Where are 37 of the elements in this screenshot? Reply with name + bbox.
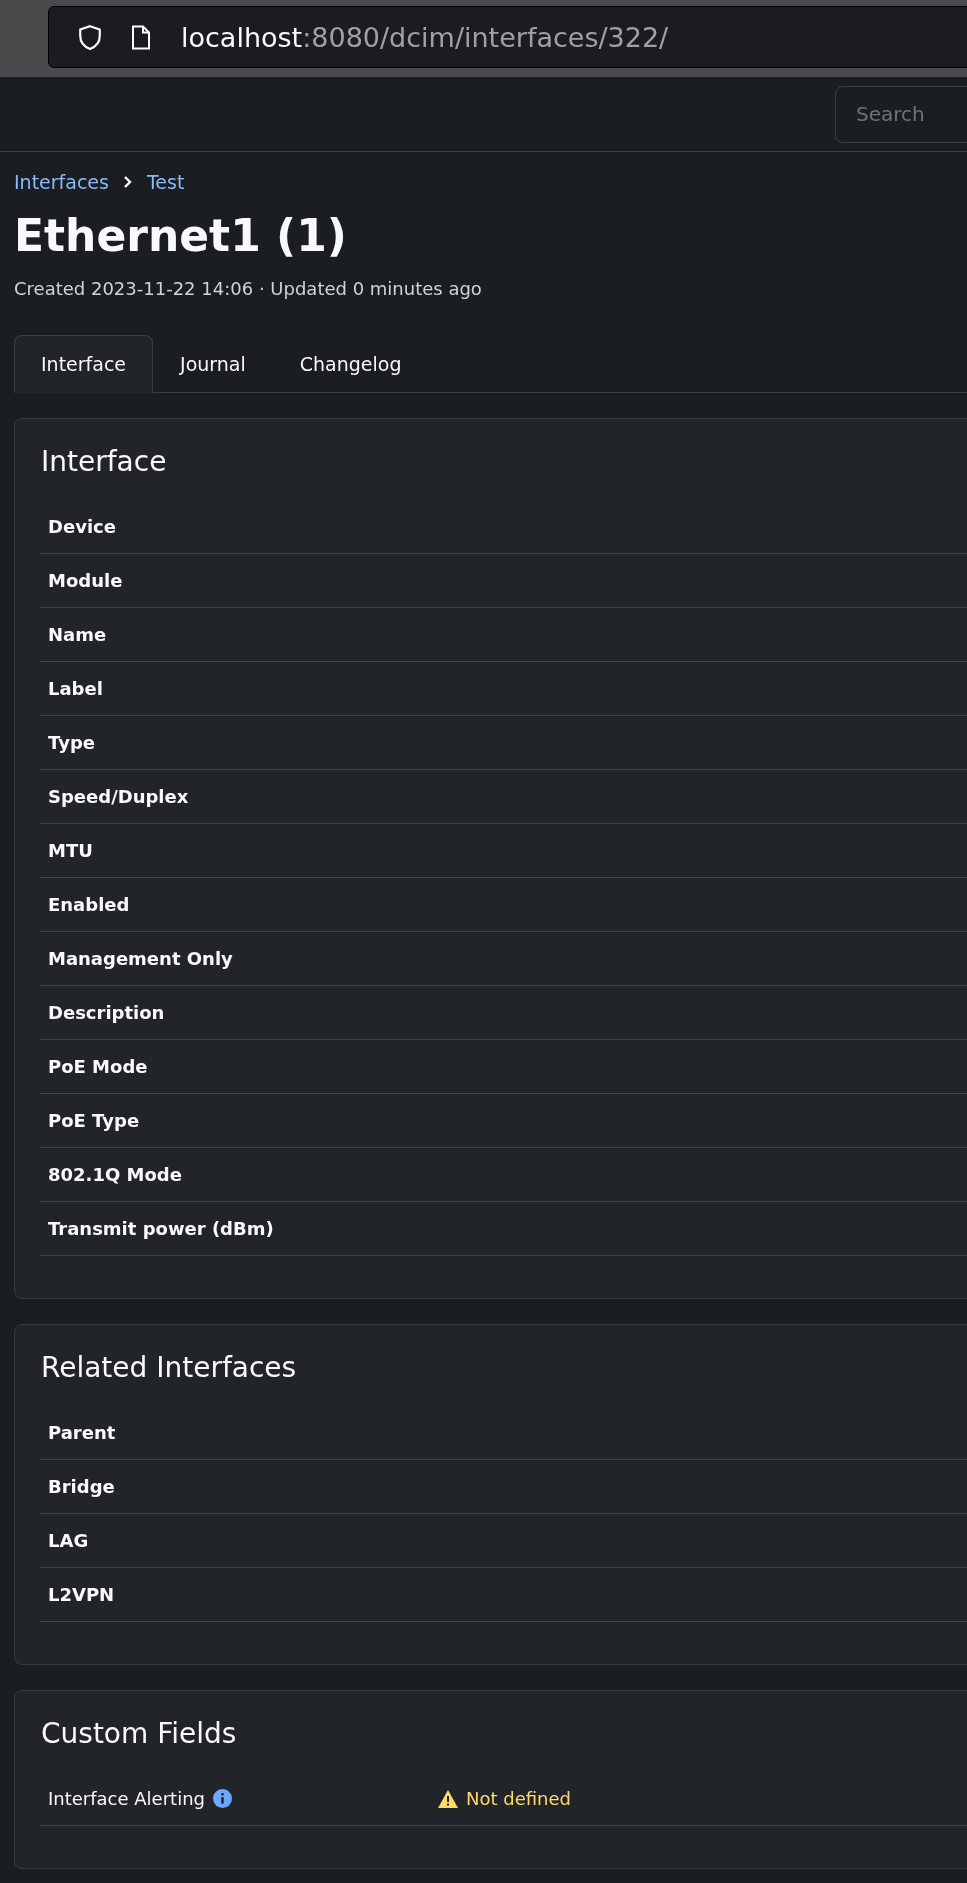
field-label: PoE Type	[48, 1110, 141, 1131]
breadcrumb-link[interactable]: Interfaces	[14, 171, 109, 193]
page-icon	[131, 24, 151, 50]
field-label: Bridge	[48, 1476, 116, 1497]
field-label: Speed/Duplex	[48, 786, 190, 807]
search-field[interactable]: Search	[835, 85, 967, 143]
field-label: PoE Mode	[48, 1056, 149, 1077]
warning-text: Not defined	[466, 1788, 571, 1809]
breadcrumb-link[interactable]: Test	[146, 171, 185, 193]
timestamp-text: Created 2023-11-22 14:06 · Updated 0 minutes ago	[14, 278, 483, 299]
card-title: Custom Fields	[41, 1717, 238, 1750]
field-label: Transmit power (dBm)	[48, 1218, 275, 1239]
field-label: L2VPN	[48, 1584, 116, 1605]
page-title: Ethernet1 (1)	[14, 209, 348, 263]
tab[interactable]: Changelog	[272, 335, 429, 393]
card-title: Interface	[41, 445, 168, 478]
card-title: Related Interfaces	[41, 1351, 298, 1384]
chevron-icon	[122, 176, 133, 188]
field-label: Type	[48, 732, 96, 753]
field-label: Name	[48, 624, 108, 645]
field-label: MTU	[48, 840, 94, 861]
shield-icon[interactable]	[77, 23, 103, 51]
field-label: Description	[48, 1002, 166, 1023]
field-label: Module	[48, 570, 124, 591]
tab[interactable]: Journal	[153, 335, 273, 393]
field-label: Enabled	[48, 894, 131, 915]
warning-icon	[438, 1789, 458, 1808]
info-icon[interactable]	[213, 1789, 232, 1808]
field-label: Parent	[48, 1422, 117, 1443]
tab[interactable]: Interface	[14, 335, 154, 393]
field-label: Management Only	[48, 948, 234, 969]
field-label: Device	[48, 516, 117, 537]
field-label: Label	[48, 678, 104, 699]
address-bar[interactable]: localhost:8080/dcim/interfaces/322/	[48, 6, 967, 68]
field-label: 802.1Q Mode	[48, 1164, 183, 1185]
field-label: LAG	[48, 1530, 90, 1551]
field-label: Interface Alerting	[48, 1788, 205, 1809]
